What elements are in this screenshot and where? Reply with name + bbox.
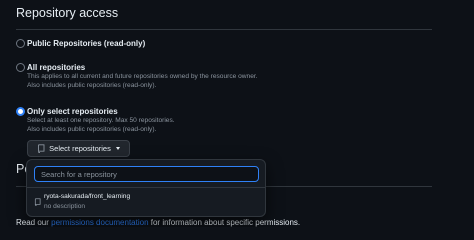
repository-search-input[interactable] xyxy=(34,166,259,182)
repository-name: ryota-sakurada/front_learning xyxy=(44,193,131,200)
option-desc-select-line2: Also includes public repositories (read-… xyxy=(27,126,157,133)
repository-list-item[interactable]: ryota-sakurada/front_learning no descrip… xyxy=(27,188,265,216)
footer-suffix: for information about specific permissio… xyxy=(148,218,301,227)
repo-icon xyxy=(34,193,41,211)
repo-icon xyxy=(37,144,45,153)
permissions-documentation-link[interactable]: permissions documentation xyxy=(51,218,148,227)
section-title: Repository access xyxy=(16,6,119,20)
option-desc-all-line2: Also includes public repositories (read-… xyxy=(27,82,157,89)
option-label-public[interactable]: Public Repositories (read-only) xyxy=(27,39,145,48)
radio-all-repositories[interactable] xyxy=(16,63,25,72)
repository-dropdown: ryota-sakurada/front_learning no descrip… xyxy=(26,159,266,217)
repository-access-page: Repository access Public Repositories (r… xyxy=(0,0,474,227)
select-repositories-label: Select repositories xyxy=(49,144,111,153)
permissions-footer: Read our permissions documentation for i… xyxy=(16,218,300,227)
footer-prefix: Read our xyxy=(16,218,52,227)
chevron-down-icon xyxy=(115,147,120,150)
repository-description: no description xyxy=(44,203,86,210)
select-repositories-button[interactable]: Select repositories xyxy=(27,140,130,157)
option-label-all[interactable]: All repositories xyxy=(27,63,85,72)
section-divider xyxy=(16,29,432,30)
radio-select-repositories[interactable] xyxy=(16,107,25,116)
option-label-select[interactable]: Only select repositories xyxy=(27,107,118,116)
radio-public-repositories[interactable] xyxy=(16,39,25,48)
